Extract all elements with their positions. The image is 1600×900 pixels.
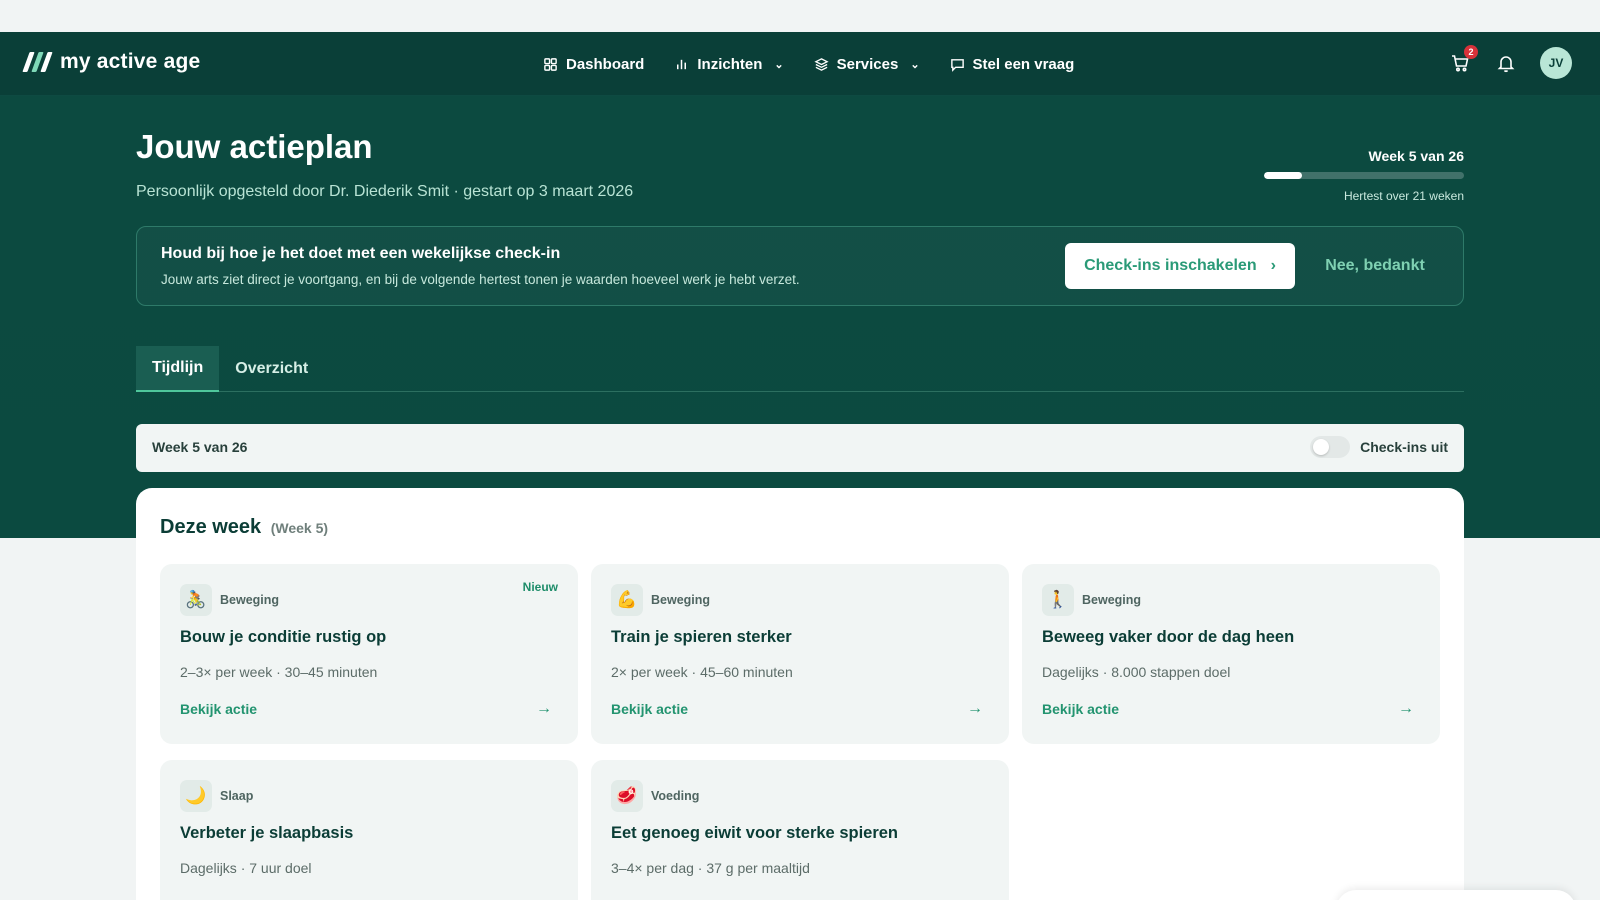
week-bar: Week 5 van 26 Check-ins uit (136, 424, 1464, 472)
card-title: Eet genoeg eiwit voor sterke spieren (611, 824, 899, 842)
progress-track (1264, 172, 1464, 179)
floating-widget[interactable] (1336, 890, 1576, 900)
this-week-panel: Deze week (Week 5) 🚴 Beweging Nieuw Bouw… (136, 488, 1464, 900)
bell-icon (1497, 56, 1515, 73)
chevron-down-icon: ⌄ (910, 58, 920, 71)
card-meta: Dagelijks · 7 uur doel (180, 860, 312, 876)
toggle-knob (1313, 439, 1330, 455)
brand-name: my active age (60, 50, 201, 73)
banner-title: Houd bij hoe je het doet met een wekelij… (161, 245, 561, 262)
arrow-right-icon[interactable]: → (1398, 700, 1414, 718)
action-card[interactable]: 💪 Beweging Train je spieren sterker 2× p… (591, 564, 1009, 744)
moon-icon: 🌙 (180, 780, 212, 812)
view-action-link[interactable]: Bekijk actie (1042, 701, 1119, 717)
card-title: Verbeter je slaapbasis (180, 824, 354, 842)
arrow-right-icon[interactable]: → (536, 700, 552, 718)
enable-checkins-label: Check-ins inschakelen (1084, 257, 1257, 274)
toggle-label: Check-ins uit (1360, 439, 1448, 455)
view-tabs: Tijdlijn Overzicht (136, 346, 1464, 392)
card-meta: 2× per week · 45–60 minuten (611, 664, 793, 680)
main-nav: Dashboard Inzichten ⌄ Services ⌄ Stel ee… (543, 50, 1074, 78)
page-title: Jouw actieplan (136, 128, 373, 165)
view-action-link[interactable]: Bekijk actie (611, 701, 688, 717)
tab-tijdlijn[interactable]: Tijdlijn (136, 346, 220, 392)
layers-icon (814, 57, 829, 71)
tab-overzicht[interactable]: Overzicht (219, 346, 324, 392)
nav-item-label: Dashboard (566, 55, 645, 73)
action-card[interactable]: 🚴 Beweging Nieuw Bouw je conditie rustig… (160, 564, 578, 744)
card-category: Voeding (651, 789, 700, 803)
section-subtitle: (Week 5) (270, 520, 329, 536)
nav-item-label: Stel een vraag (972, 55, 1075, 73)
bar-chart-icon (677, 59, 687, 69)
page-subtitle: Persoonlijk opgesteld door Dr. Diederik … (136, 183, 634, 200)
nav-item-label: Inzichten (697, 55, 763, 73)
progress-label: Week 5 van 26 (1368, 148, 1464, 164)
banner-text: Jouw arts ziet direct je voortgang, en b… (161, 272, 800, 287)
grid-icon (544, 57, 557, 71)
card-meta: Dagelijks · 8.000 stappen doel (1042, 664, 1231, 680)
chevron-right-icon: › (1270, 257, 1276, 274)
dismiss-button[interactable]: Nee, bedankt (1295, 243, 1455, 289)
notifications-button[interactable] (1494, 51, 1518, 75)
checkin-banner: Houd bij hoe je het doet met een wekelij… (136, 226, 1464, 306)
action-card[interactable]: 🥩 Voeding Eet genoeg eiwit voor sterke s… (591, 760, 1009, 900)
view-action-link[interactable]: Bekijk actie (180, 701, 257, 717)
chevron-down-icon: ⌄ (774, 58, 784, 71)
cart-button[interactable]: 2 (1448, 45, 1478, 75)
section-title-text: Deze week (160, 516, 262, 538)
section-title: Deze week (Week 5) (160, 516, 328, 539)
card-category: Beweging (651, 593, 711, 607)
retest-note: Hertest over 21 weken (1343, 189, 1464, 203)
logo-mark-icon (22, 52, 53, 72)
user-avatar[interactable]: JV (1540, 47, 1572, 79)
arrow-right-icon[interactable]: → (967, 700, 983, 718)
header-actions: 2 JV (1448, 45, 1572, 79)
muscle-icon: 💪 (611, 584, 643, 616)
card-category: Beweging (220, 593, 280, 607)
nav-item-stel-een-vraag[interactable]: Stel een vraag (950, 50, 1075, 78)
card-title: Train je spieren sterker (611, 628, 792, 646)
card-category: Beweging (1082, 593, 1142, 607)
card-meta: 3–4× per dag · 37 g per maaltijd (611, 860, 810, 876)
nav-item-services[interactable]: Services ⌄ (814, 50, 920, 78)
new-badge: Nieuw (522, 580, 558, 594)
card-title: Bouw je conditie rustig op (180, 628, 387, 646)
enable-checkins-button[interactable]: Check-ins inschakelen › (1065, 243, 1295, 289)
progress-fill (1264, 172, 1303, 179)
checkins-toggle[interactable]: Check-ins uit (1310, 436, 1448, 458)
action-card[interactable]: 🌙 Slaap Verbeter je slaapbasis Dagelijks… (160, 760, 578, 900)
walking-icon: 🚶 (1042, 584, 1074, 616)
nav-item-dashboard[interactable]: Dashboard (543, 50, 644, 78)
meat-icon: 🥩 (611, 780, 643, 812)
card-meta: 2–3× per week · 30–45 minuten (180, 664, 378, 680)
browser-top-strip (0, 0, 1600, 32)
cart-count-badge: 2 (1464, 45, 1478, 59)
card-title: Beweeg vaker door de dag heen (1042, 628, 1295, 646)
nav-item-label: Services (836, 55, 899, 73)
card-category: Slaap (220, 789, 254, 803)
week-label: Week 5 van 26 (152, 439, 248, 455)
plan-progress: Week 5 van 26 Hertest over 21 weken (1264, 148, 1464, 203)
toggle-switch[interactable] (1310, 436, 1351, 458)
chat-icon (950, 58, 964, 72)
action-card[interactable]: 🚶 Beweging Beweeg vaker door de dag heen… (1022, 564, 1440, 744)
brand-logo[interactable]: my active age (22, 50, 201, 74)
nav-item-inzichten[interactable]: Inzichten ⌄ (674, 50, 784, 78)
bicycle-icon: 🚴 (180, 584, 212, 616)
